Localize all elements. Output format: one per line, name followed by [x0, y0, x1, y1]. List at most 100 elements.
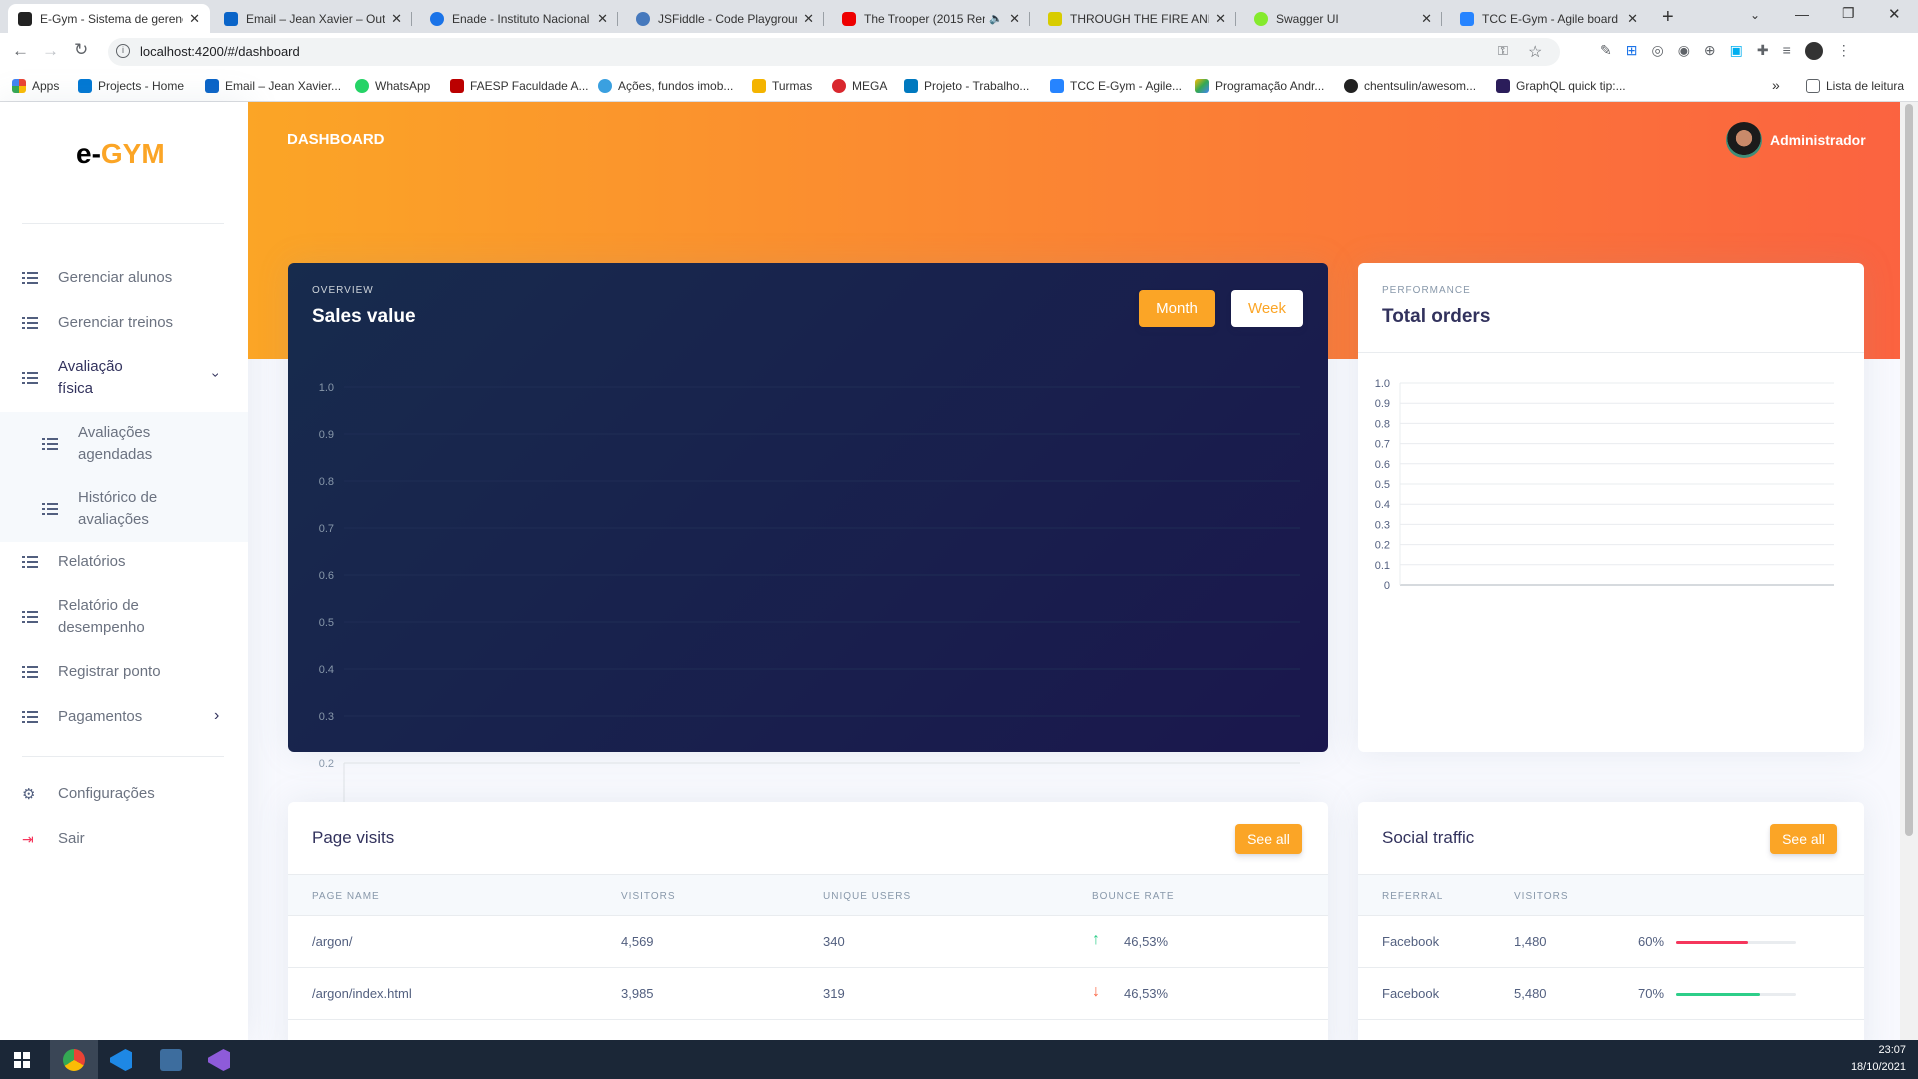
user-name[interactable]: Administrador — [1770, 132, 1866, 148]
bookmark-programacao[interactable]: Programação Andr... — [1195, 79, 1324, 93]
nav-relatorio-desempenho[interactable]: Relatório de desempenho — [0, 595, 248, 639]
compass-extension-icon[interactable]: ◎ — [1651, 42, 1663, 60]
close-tab-icon[interactable]: ✕ — [1627, 11, 1638, 27]
forward-icon[interactable]: → — [42, 41, 59, 61]
close-tab-icon[interactable]: ✕ — [391, 11, 402, 27]
eyedropper-extension-icon[interactable]: ✎ — [1600, 42, 1612, 60]
bookmark-star-icon[interactable]: ☆ — [1528, 42, 1542, 62]
list-icon — [22, 666, 38, 678]
week-button[interactable]: Week — [1231, 290, 1303, 327]
tab-enade[interactable]: Enade - Instituto Nacional ✕ — [420, 4, 618, 33]
app-logo[interactable]: e-GYM — [76, 138, 165, 170]
key-icon[interactable]: ⚿ — [1498, 43, 1508, 59]
tab-egym[interactable]: E-Gym - Sistema de gerenc ✕ — [8, 4, 210, 33]
bookmark-faesp[interactable]: FAESP Faculdade A... — [450, 79, 589, 93]
nav-registrar-ponto[interactable]: Registrar ponto — [0, 661, 248, 683]
site-info-icon[interactable]: i — [116, 44, 130, 58]
bookmark-acoes[interactable]: Ações, fundos imob... — [598, 79, 733, 93]
url-text[interactable]: localhost:4200/#/dashboard — [140, 44, 300, 59]
close-tab-icon[interactable]: ✕ — [189, 11, 200, 27]
column-header: PAGE NAME — [312, 891, 380, 902]
windows-start-icon[interactable] — [14, 1052, 30, 1068]
visitors-cell: 1,480 — [1514, 934, 1547, 949]
bounce-rate-cell: 46,53% — [1124, 986, 1169, 1001]
vscode-icon[interactable] — [110, 1049, 132, 1071]
globe-extension-icon[interactable]: ⊕ — [1704, 42, 1716, 60]
tab-agile-board[interactable]: TCC E-Gym - Agile board - ✕ — [1450, 4, 1648, 33]
nav-label: Pagamentos — [58, 708, 143, 725]
puzzle-extensions-icon[interactable]: ✚ — [1757, 42, 1769, 60]
close-tab-icon[interactable]: ✕ — [1215, 11, 1226, 27]
tab-swagger[interactable]: Swagger UI ✕ — [1244, 4, 1442, 33]
bookmark-projeto[interactable]: Projeto - Trabalho... — [904, 79, 1029, 93]
nav-label: Registrar ponto — [58, 663, 161, 680]
avatar[interactable] — [1726, 122, 1762, 158]
new-tab-button[interactable]: + — [1662, 6, 1674, 29]
taskbar-chrome[interactable] — [50, 1040, 98, 1079]
bookmark-projects[interactable]: Projects - Home — [78, 79, 184, 93]
tab-youtube[interactable]: The Trooper (2015 Rem 🔈 ✕ — [832, 4, 1030, 33]
bookmark-graphql[interactable]: GraphQL quick tip:... — [1496, 79, 1626, 93]
reload-icon[interactable]: ↻ — [74, 40, 88, 60]
nav-avaliacoes-agendadas[interactable]: Avaliações agendadas — [0, 422, 248, 466]
visual-studio-icon[interactable] — [208, 1049, 230, 1071]
tab-jsfiddle[interactable]: JSFiddle - Code Playgroun ✕ — [626, 4, 824, 33]
nav-configuracoes[interactable]: ⚙ Configurações — [0, 783, 248, 805]
bookmark-turmas[interactable]: Turmas — [752, 79, 812, 93]
close-tab-icon[interactable]: ✕ — [597, 11, 608, 27]
list-icon — [42, 503, 58, 515]
queue-icon[interactable]: ≡ — [1783, 42, 1791, 60]
logo-text-accent: GYM — [100, 138, 165, 169]
nav-gerenciar-alunos[interactable]: Gerenciar alunos — [0, 267, 248, 289]
month-button[interactable]: Month — [1139, 290, 1215, 327]
back-icon[interactable]: ← — [12, 41, 29, 61]
bookmark-email[interactable]: Email – Jean Xavier... — [205, 79, 341, 93]
address-bar[interactable]: i localhost:4200/#/dashboard ☆ ⚿ — [108, 38, 1560, 66]
y-tick-label: 0.8 — [1375, 418, 1390, 430]
bounce-rate-cell: 46,53% — [1124, 934, 1169, 949]
orders-title: Total orders — [1382, 306, 1491, 327]
nav-avaliacao-fisica[interactable]: Avaliação física › — [0, 356, 248, 400]
graphql-icon — [1496, 79, 1510, 93]
clock-date[interactable]: 18/10/2021 — [1850, 1061, 1906, 1073]
tab-through-the-fire[interactable]: THROUGH THE FIRE AND ✕ — [1038, 4, 1236, 33]
tab-search-icon[interactable]: ⌄ — [1750, 8, 1760, 22]
y-tick-label: 0.7 — [1375, 439, 1390, 451]
skype-extension-icon[interactable]: ▣ — [1730, 42, 1743, 60]
nav-relatorios[interactable]: Relatórios — [0, 551, 248, 573]
bookmark-github[interactable]: chentsulin/awesom... — [1344, 79, 1476, 93]
more-bookmarks-button[interactable]: » — [1772, 77, 1780, 93]
circle-extension-icon[interactable]: ◉ — [1678, 42, 1690, 60]
nav-sair[interactable]: ⇥ Sair — [0, 828, 248, 850]
close-window-icon[interactable]: ✕ — [1888, 5, 1901, 23]
social-see-all-button[interactable]: See all — [1770, 824, 1837, 854]
visits-see-all-button[interactable]: See all — [1235, 824, 1302, 854]
tab-outlook[interactable]: Email – Jean Xavier – Outlo ✕ — [214, 4, 412, 33]
bookmark-tcc[interactable]: TCC E-Gym - Agile... — [1050, 79, 1182, 93]
bookmark-whatsapp[interactable]: WhatsApp — [355, 79, 430, 93]
profile-avatar-icon[interactable] — [1804, 42, 1823, 60]
bookmark-apps[interactable]: Apps — [12, 79, 59, 93]
minimize-icon[interactable]: — — [1795, 6, 1809, 22]
translate-extension-icon[interactable]: ⊞ — [1626, 42, 1638, 60]
logo-text: e- — [76, 138, 101, 169]
nav-historico-avaliacoes[interactable]: Histórico de avaliações — [0, 487, 248, 531]
nav-pagamentos[interactable]: Pagamentos › — [0, 706, 248, 728]
column-header: REFERRAL — [1382, 891, 1444, 902]
close-tab-icon[interactable]: ✕ — [1009, 11, 1020, 27]
bookmark-mega[interactable]: MEGA — [832, 79, 887, 93]
scrollbar-thumb[interactable] — [1905, 104, 1913, 836]
restore-icon[interactable]: ❐ — [1842, 5, 1855, 22]
clock-time[interactable]: 23:07 — [1866, 1044, 1906, 1056]
close-tab-icon[interactable]: ✕ — [803, 11, 814, 27]
nav-label: Relatórios — [58, 553, 126, 570]
menu-kebab-icon[interactable]: ⋮ — [1837, 42, 1851, 60]
close-tab-icon[interactable]: ✕ — [1421, 11, 1432, 27]
speaker-icon[interactable]: 🔈 — [989, 12, 1003, 25]
list-icon — [22, 611, 38, 623]
nav-gerenciar-treinos[interactable]: Gerenciar treinos — [0, 312, 248, 334]
reading-list[interactable]: Lista de leitura — [1806, 79, 1904, 93]
bookmark-label: Projects - Home — [98, 79, 185, 93]
sql-server-icon[interactable] — [160, 1049, 182, 1071]
drive-icon — [1195, 79, 1209, 93]
